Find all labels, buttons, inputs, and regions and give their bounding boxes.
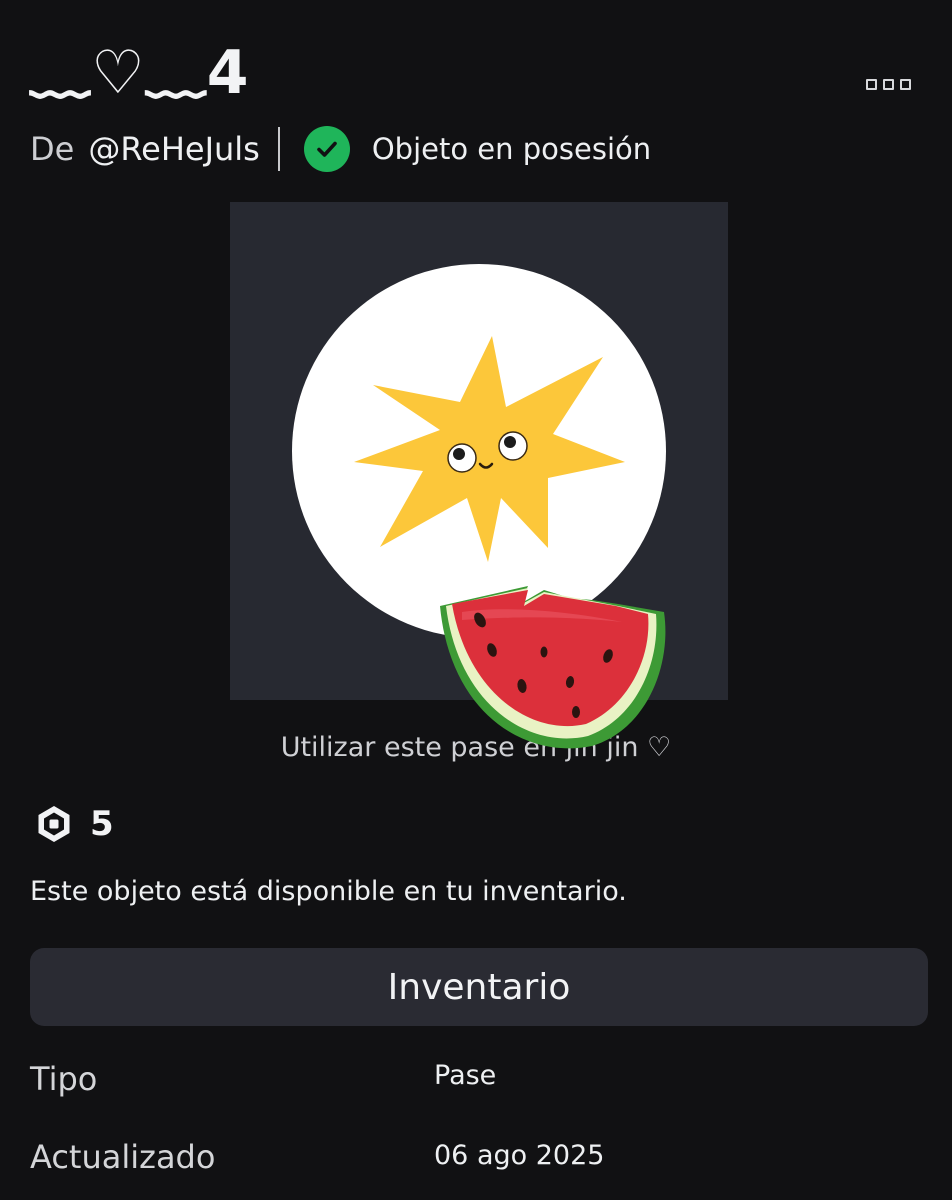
robux-icon — [38, 806, 70, 842]
detail-value-type: Pase — [434, 1060, 497, 1091]
price: 5 — [34, 802, 114, 846]
detail-label-type: Tipo — [30, 1060, 98, 1098]
detail-value-updated: 06 ago 2025 — [434, 1140, 605, 1171]
watermelon-sticker — [440, 586, 666, 749]
more-dot — [900, 78, 911, 90]
creator-link[interactable]: @ReHeJuls — [88, 130, 260, 168]
owned-status: Objeto en posesión — [371, 132, 652, 166]
item-title: ﹏♡﹏4 — [30, 38, 250, 108]
availability-message: Este objeto está disponible en tu invent… — [30, 876, 627, 907]
by-label: De — [30, 130, 75, 168]
detail-label-updated: Actualizado — [30, 1138, 216, 1176]
price-value: 5 — [90, 804, 114, 844]
checkmark-icon — [303, 126, 350, 172]
more-options-button[interactable] — [866, 76, 914, 92]
creator-line: De @ReHeJuls Objeto en posesión — [30, 126, 651, 172]
more-dot — [866, 78, 877, 90]
inventory-button[interactable]: Inventario — [30, 948, 928, 1026]
divider — [277, 127, 280, 171]
more-dot — [883, 78, 894, 90]
